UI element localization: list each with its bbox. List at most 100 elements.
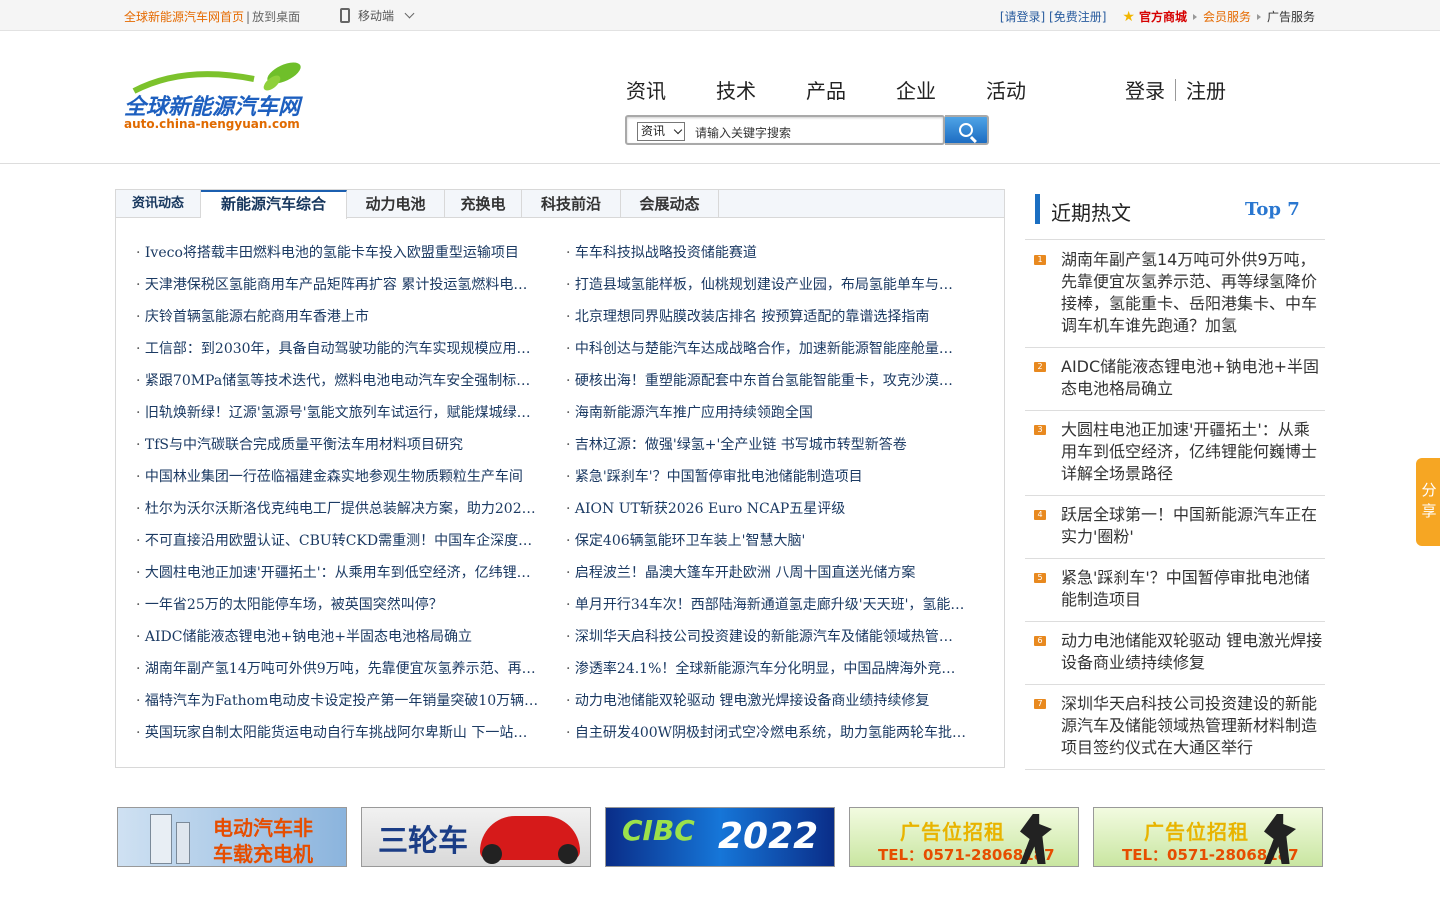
top-right-links: [请登录] [免费注册] ★ 官方商城 会员服务 广告服务 — [1000, 8, 1315, 25]
hot-item-text: AIDC储能液态锂电池+钠电池+半固态电池格局确立 — [1061, 357, 1319, 398]
register-button[interactable]: 注册 — [1186, 75, 1226, 104]
search-input[interactable]: 请输入关键字搜索 — [695, 124, 791, 141]
hot-item-text: 湖南年副产氢14万吨可外供9万吨，先靠便宜灰氢养示范、再等绿氢降价接棒，氢能重卡… — [1061, 250, 1318, 335]
news-tabs: 资讯动态 新能源汽车综合 动力电池 充换电 科技前沿 会展动态 — [116, 190, 1004, 219]
tab-tech-frontier[interactable]: 科技前沿 — [522, 190, 621, 218]
news-item[interactable]: 英国玩家自制太阳能货运电动自行车挑战阿尔卑斯山 下一站… — [136, 723, 556, 755]
chevron-down-icon — [673, 125, 683, 135]
login-link[interactable]: [请登录] — [1000, 10, 1045, 24]
news-item[interactable]: 不可直接沿用欧盟认证、CBU转CKD需重测！中国车企深度… — [136, 531, 556, 563]
hot-item[interactable]: 4 跃居全球第一！中国新能源汽车正在实力'圈粉' — [1025, 496, 1325, 559]
nav-item-event[interactable]: 活动 — [986, 75, 1076, 104]
banner-text: 车载充电机 — [213, 842, 313, 866]
tab-charging[interactable]: 充换电 — [445, 190, 522, 218]
official-shop-link[interactable]: 官方商城 — [1139, 8, 1187, 25]
news-item[interactable]: 中科创达与楚能汽车达成战略合作，加速新能源智能座舱量… — [566, 339, 986, 371]
news-item[interactable]: 庆铃首辆氢能源右舵商用车香港上市 — [136, 307, 556, 339]
tab-nev-general[interactable]: 新能源汽车综合 — [201, 190, 347, 219]
news-item[interactable]: 海南新能源汽车推广应用持续领跑全国 — [566, 403, 986, 435]
hot-item[interactable]: 7 深圳华天启科技公司投资建设的新能源汽车及储能领域热管理新材料制造项目签约仪式在… — [1025, 685, 1325, 770]
news-item[interactable]: 自主研发400W阴极封闭式空冷燃电系统，助力氢能两轮车批… — [566, 723, 986, 755]
news-item[interactable]: AIDC储能液态锂电池+钠电池+半固态电池格局确立 — [136, 627, 556, 659]
tab-power-battery[interactable]: 动力电池 — [347, 190, 445, 218]
add-to-desktop-link[interactable]: 放到桌面 — [252, 10, 300, 24]
search-button[interactable] — [945, 115, 989, 145]
news-item[interactable]: 启程波兰！晶澳大篷车开赴欧洲 八周十国直送光储方案 — [566, 563, 986, 595]
hot-item[interactable]: 3 大圆柱电池正加速'开疆拓土'：从乘用车到低空经济，亿纬锂能何巍博士详解全场景路… — [1025, 411, 1325, 496]
news-item[interactable]: 福特汽车为Fathom电动皮卡设定投产第一年销量突破10万辆… — [136, 691, 556, 723]
banner-text: 2022 — [718, 816, 819, 857]
news-item[interactable]: 吉林辽源：做强'绿氢+'全产业链 书写城市转型新答卷 — [566, 435, 986, 467]
nav-item-company[interactable]: 企业 — [896, 75, 986, 104]
mobile-dropdown[interactable]: 移动端 — [340, 7, 415, 24]
news-item[interactable]: 大圆柱电池正加速'开疆拓土'：从乘用车到低空经济，亿纬锂… — [136, 563, 556, 595]
nav-item-product[interactable]: 产品 — [806, 75, 896, 104]
news-item[interactable]: 工信部：到2030年，具备自动驾驶功能的汽车实现规模应用… — [136, 339, 556, 371]
home-link[interactable]: 全球新能源汽车网首页 — [124, 10, 244, 24]
share-label-1: 分 — [1421, 481, 1437, 499]
news-item[interactable]: 打造县域氢能样板，仙桃规划建设产业园，布局氢能单车与… — [566, 275, 986, 307]
tab-exhibition[interactable]: 会展动态 — [621, 190, 719, 218]
auth-links: 登录 注册 — [1125, 75, 1226, 104]
rank-badge: 4 — [1034, 510, 1046, 520]
news-item[interactable]: 车车科技拟战略投资储能赛道 — [566, 243, 986, 275]
divider — [1175, 78, 1176, 101]
banner-ad-space[interactable]: 广告位招租 TEL：0571-28068187 — [849, 807, 1079, 867]
news-item[interactable]: 湖南年副产氢14万吨可外供9万吨，先靠便宜灰氢养示范、再… — [136, 659, 556, 691]
member-service-link[interactable]: 会员服务 — [1203, 8, 1251, 25]
news-list-left: Iveco将搭载丰田燃料电池的氢能卡车投入欧盟重型运输项目 天津港保税区氢能商用… — [136, 243, 556, 755]
charger-image — [150, 814, 172, 864]
search-bar: 资讯 请输入关键字搜索 — [625, 115, 989, 145]
news-item[interactable]: 渗透率24.1%！全球新能源汽车分化明显，中国品牌海外竞… — [566, 659, 986, 691]
mobile-label: 移动端 — [358, 9, 395, 23]
wheel-icon — [558, 844, 578, 864]
top-left-links: 全球新能源汽车网首页 | 放到桌面 — [124, 8, 300, 25]
search-category-select[interactable]: 资讯 — [637, 122, 685, 141]
hot-item-text: 深圳华天启科技公司投资建设的新能源汽车及储能领域热管理新材料制造项目签约仪式在大… — [1061, 694, 1318, 757]
news-item[interactable]: 北京理想同界贴膜改装店排名 按预算适配的靠谱选择指南 — [566, 307, 986, 339]
hot-item[interactable]: 1 湖南年副产氢14万吨可外供9万吨，先靠便宜灰氢养示范、再等绿氢降价接棒，氢能重… — [1025, 241, 1325, 348]
hot-item-text: 动力电池储能双轮驱动 锂电激光焊接设备商业绩持续修复 — [1061, 631, 1323, 672]
header: 全球新能源汽车网 auto.china-nengyuan.com 资讯 技术 产… — [0, 31, 1440, 164]
news-item[interactable]: 深圳华天启科技公司投资建设的新能源汽车及储能领域热管… — [566, 627, 986, 659]
triangle-icon — [1192, 13, 1197, 20]
hot-item[interactable]: 5 紧急'踩刹车'？中国暂停审批电池储能制造项目 — [1025, 559, 1325, 622]
nav-item-tech[interactable]: 技术 — [716, 75, 806, 104]
news-item[interactable]: 中国林业集团一行莅临福建金森实地参观生物质颗粒生产车间 — [136, 467, 556, 499]
register-link[interactable]: [免费注册] — [1049, 10, 1106, 24]
news-item[interactable]: 紧急'踩刹车'？中国暂停审批电池储能制造项目 — [566, 467, 986, 499]
news-item[interactable]: 杜尔为沃尔沃斯洛伐克纯电工厂提供总装解决方案，助力202… — [136, 499, 556, 531]
news-item[interactable]: 旧轨焕新绿！辽源'氢源号'氢能文旅列车试运行，赋能煤城绿… — [136, 403, 556, 435]
hot-item[interactable]: 6 动力电池储能双轮驱动 锂电激光焊接设备商业绩持续修复 — [1025, 622, 1325, 685]
hot-title: 近期热文 — [1051, 201, 1131, 225]
banner-cibc-ad[interactable]: CIBC 2022 — [605, 807, 835, 867]
news-item[interactable]: 单月开行34车次！西部陆海新通道氢走廊升级'天天班'，氢能… — [566, 595, 986, 627]
news-item[interactable]: 一年省25万的太阳能停车场，被英国突然叫停？ — [136, 595, 556, 627]
news-item[interactable]: 动力电池储能双轮驱动 锂电激光焊接设备商业绩持续修复 — [566, 691, 986, 723]
banner-tricycle-ad[interactable]: 三轮车 — [361, 807, 591, 867]
rank-badge: 1 — [1034, 255, 1046, 265]
rank-badge: 2 — [1034, 362, 1046, 372]
login-button[interactable]: 登录 — [1125, 75, 1165, 104]
news-item[interactable]: 天津港保税区氢能商用车产品矩阵再扩容 累计投运氢燃料电… — [136, 275, 556, 307]
news-item[interactable]: TfS与中汽碳联合完成质量平衡法车用材料项目研究 — [136, 435, 556, 467]
rank-badge: 5 — [1034, 573, 1046, 583]
hot-header: 近期热文 Top 7 — [1025, 189, 1325, 240]
news-item[interactable]: 保定406辆氢能环卫车装上'智慧大脑' — [566, 531, 986, 563]
news-item[interactable]: Iveco将搭载丰田燃料电池的氢能卡车投入欧盟重型运输项目 — [136, 243, 556, 275]
rank-badge: 3 — [1034, 425, 1046, 435]
news-item[interactable]: AION UT斩获2026 Euro NCAP五星评级 — [566, 499, 986, 531]
share-button[interactable]: 分 享 — [1416, 458, 1440, 546]
site-logo[interactable]: 全球新能源汽车网 auto.china-nengyuan.com — [124, 61, 304, 136]
tab-news-dynamics[interactable]: 资讯动态 — [116, 190, 201, 218]
nav-item-news[interactable]: 资讯 — [626, 75, 716, 104]
banner-ad-space[interactable]: 广告位招租 TEL：0571-28068187 — [1093, 807, 1323, 867]
news-item[interactable]: 紧跟70MPa储氢等技术迭代，燃料电池电动汽车安全强制标… — [136, 371, 556, 403]
ad-service-link[interactable]: 广告服务 — [1267, 8, 1315, 25]
hot-item[interactable]: 2 AIDC储能液态锂电池+钠电池+半固态电池格局确立 — [1025, 348, 1325, 411]
rank-badge: 7 — [1034, 699, 1046, 709]
separator: | — [246, 10, 251, 24]
charger-image — [176, 822, 190, 864]
news-item[interactable]: 硬核出海！重塑能源配套中东首台氢能智能重卡，攻克沙漠… — [566, 371, 986, 403]
banner-charger-ad[interactable]: 电动汽车非 车载充电机 — [117, 807, 347, 867]
